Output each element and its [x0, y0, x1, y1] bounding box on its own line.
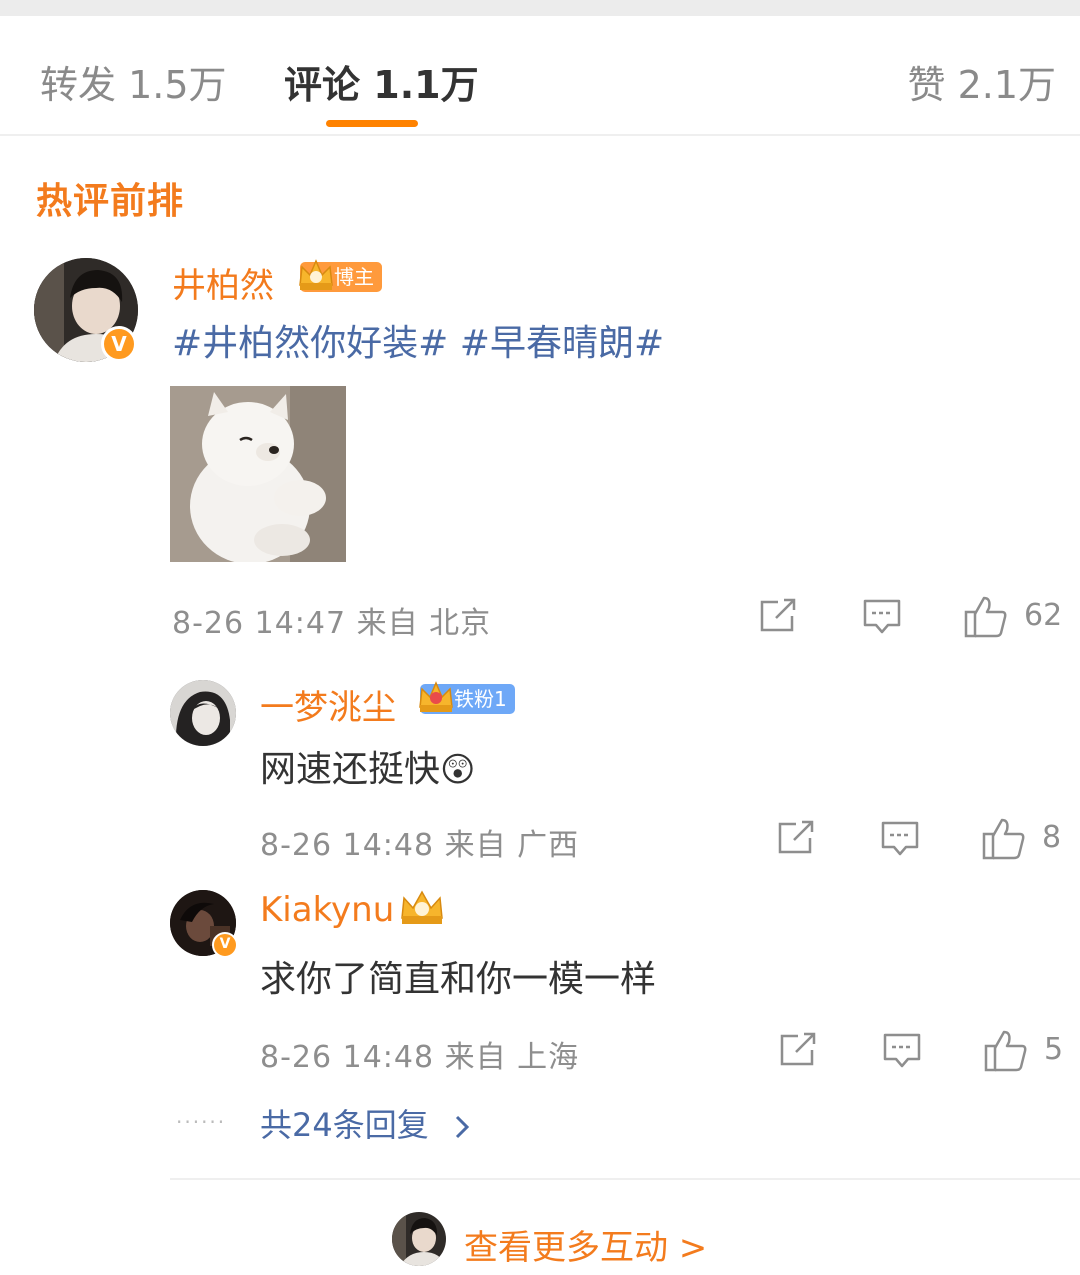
- tab-like[interactable]: 赞 2.1万: [907, 54, 1056, 109]
- reply-text-content: 网速还挺快: [260, 749, 441, 790]
- reply-username[interactable]: 一梦洮尘: [260, 680, 396, 729]
- more-replies-dots: ......: [176, 1104, 227, 1128]
- tab-comment-count: 1.1万: [373, 63, 479, 107]
- tab-comment-label: 评论: [284, 63, 361, 107]
- avatar-photo: [392, 1212, 446, 1266]
- tab-repost-count: 1.5万: [128, 63, 227, 107]
- comment-timestamp: 8-26 14:47: [172, 606, 347, 641]
- hashtag-link[interactable]: #早春晴朗#: [460, 323, 664, 364]
- blogger-badge: 博主: [299, 259, 382, 292]
- verified-v-icon: V: [101, 326, 137, 362]
- reply-icon[interactable]: [862, 598, 902, 636]
- tab-repost[interactable]: 转发 1.5万: [40, 54, 227, 109]
- share-icon[interactable]: [776, 820, 816, 856]
- tab-bar: 转发 1.5万 评论 1.1万 赞 2.1万: [0, 16, 1080, 136]
- crown-icon: [419, 681, 453, 712]
- avatar-photo: [170, 680, 236, 746]
- reply-icon[interactable]: [882, 1032, 922, 1070]
- comment-text: #井柏然你好装# #早春晴朗#: [172, 314, 664, 366]
- tab-comment[interactable]: 评论 1.1万: [284, 54, 479, 109]
- avatar[interactable]: [170, 680, 236, 746]
- verified-v-icon: V: [212, 932, 238, 958]
- astonished-emoji-icon: 😲: [440, 750, 476, 790]
- thumbs-up-icon[interactable]: [982, 816, 1026, 860]
- crown-icon: [299, 259, 333, 290]
- crown-icon: [401, 890, 443, 924]
- thumbs-up-icon[interactable]: [964, 594, 1008, 638]
- fan-badge-label: 铁粉1: [454, 687, 507, 711]
- reply-meta: 8-26 14:48 来自 上海: [260, 1032, 579, 1076]
- dog-sticker-image: [170, 386, 346, 562]
- hot-comments-title: 热评前排: [36, 181, 185, 222]
- divider: [170, 1178, 1080, 1180]
- reply-icon[interactable]: [880, 820, 920, 858]
- like-count: 5: [1044, 1032, 1064, 1067]
- hashtag-link[interactable]: #井柏然你好装#: [172, 323, 448, 364]
- share-icon[interactable]: [758, 598, 798, 634]
- like-count: 8: [1042, 820, 1062, 855]
- active-tab-indicator: [326, 120, 418, 127]
- blogger-badge-label: 博主: [334, 265, 374, 289]
- tab-repost-label: 转发: [40, 63, 117, 107]
- more-replies-link[interactable]: 共24条回复: [260, 1100, 473, 1146]
- comment-meta: 8-26 14:47 来自 北京: [172, 598, 491, 642]
- comment-username[interactable]: 井柏然: [172, 258, 274, 307]
- reply-meta: 8-26 14:48 来自 广西: [260, 820, 579, 864]
- share-icon[interactable]: [778, 1032, 818, 1068]
- reply-timestamp: 8-26 14:48: [260, 828, 435, 863]
- comment-image[interactable]: [170, 386, 346, 562]
- thumbs-up-icon[interactable]: [984, 1028, 1028, 1072]
- reply-username[interactable]: Kiakynu: [260, 890, 394, 930]
- comment-location: 来自 北京: [356, 606, 492, 641]
- reply-text: 求你了简直和你一模一样: [260, 959, 657, 1000]
- fan-badge: 铁粉1: [419, 681, 515, 714]
- reply-text: 网速还挺快😲: [260, 740, 475, 792]
- reply-timestamp: 8-26 14:48: [260, 1040, 435, 1075]
- reply-location: 来自 上海: [444, 1040, 580, 1075]
- tab-like-count: 2.1万: [957, 63, 1056, 107]
- like-count: 62: [1024, 598, 1063, 633]
- top-edge: [0, 0, 1080, 16]
- avatar: [392, 1212, 446, 1266]
- view-more-interactions-link[interactable]: 查看更多互动 >: [464, 1220, 707, 1269]
- reply-location: 来自 广西: [444, 828, 580, 863]
- chevron-right-icon: [455, 1115, 470, 1139]
- more-replies-label: 共24条回复: [260, 1106, 429, 1144]
- tab-like-label: 赞: [907, 63, 946, 107]
